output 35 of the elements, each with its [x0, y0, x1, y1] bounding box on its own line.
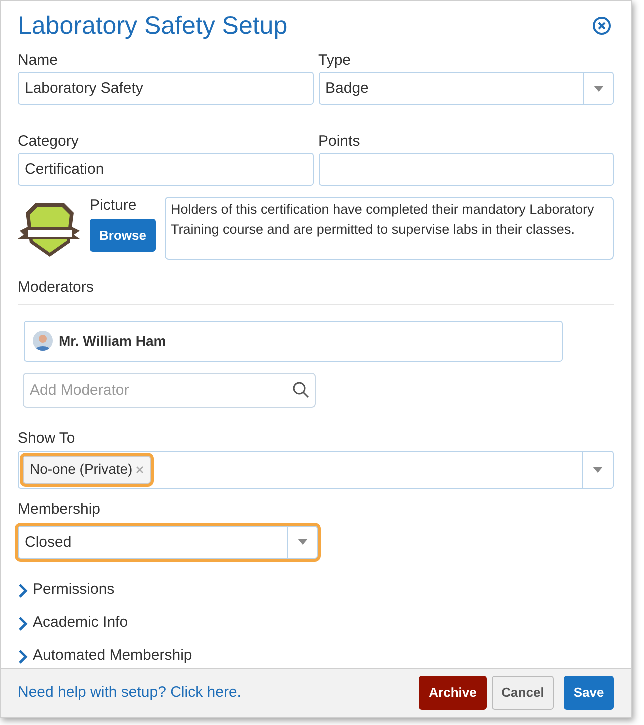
- section-toggle[interactable]: Automated Membership: [18, 646, 614, 668]
- field-label: Membership: [18, 500, 102, 518]
- moderator-name: Mr. William Ham: [59, 332, 166, 350]
- section-toggle[interactable]: Academic Info: [18, 612, 614, 634]
- multi-select-field[interactable]: No-one (Private): [18, 450, 614, 488]
- close-button[interactable]: [592, 16, 612, 36]
- chevron-icon: [18, 616, 28, 630]
- field-label: Points: [318, 132, 362, 152]
- avatar-icon: [33, 331, 53, 351]
- section-heading: Moderators: [18, 277, 614, 304]
- field-label: Name: [18, 51, 60, 71]
- caret-icon: [592, 466, 604, 474]
- field-label: Show To: [18, 430, 76, 448]
- input-field[interactable]: Certification: [18, 153, 314, 186]
- section-toggle[interactable]: Permissions: [18, 580, 614, 602]
- field-label: Type: [318, 51, 352, 71]
- chevron-icon: [18, 650, 28, 664]
- input-field[interactable]: [318, 153, 614, 186]
- select-field[interactable]: Badge: [318, 72, 614, 105]
- dialog-button[interactable]: Archive: [419, 676, 487, 710]
- dialog-button[interactable]: Save: [564, 676, 614, 710]
- help-link[interactable]: Need help with setup? Click here.: [18, 682, 419, 704]
- browse-button[interactable]: Browse: [90, 219, 156, 252]
- chevron-icon: [18, 584, 28, 598]
- remove-icon[interactable]: [136, 466, 144, 474]
- caret-icon: [296, 538, 308, 546]
- search-icon: [292, 380, 310, 398]
- description-field[interactable]: Holders of this certification have completed their mandatory Laboratory Training course and are permitted to supervise labs in their classes.: [165, 197, 614, 260]
- dialog-button[interactable]: Cancel: [492, 676, 554, 710]
- field-label: Picture: [90, 197, 138, 215]
- search-field[interactable]: Add Moderator: [23, 372, 316, 408]
- dialog-title: Laboratory Safety Setup: [18, 14, 288, 38]
- field-label: Category: [18, 132, 80, 152]
- caret-icon: [592, 84, 604, 92]
- input-field[interactable]: Laboratory Safety: [18, 72, 314, 105]
